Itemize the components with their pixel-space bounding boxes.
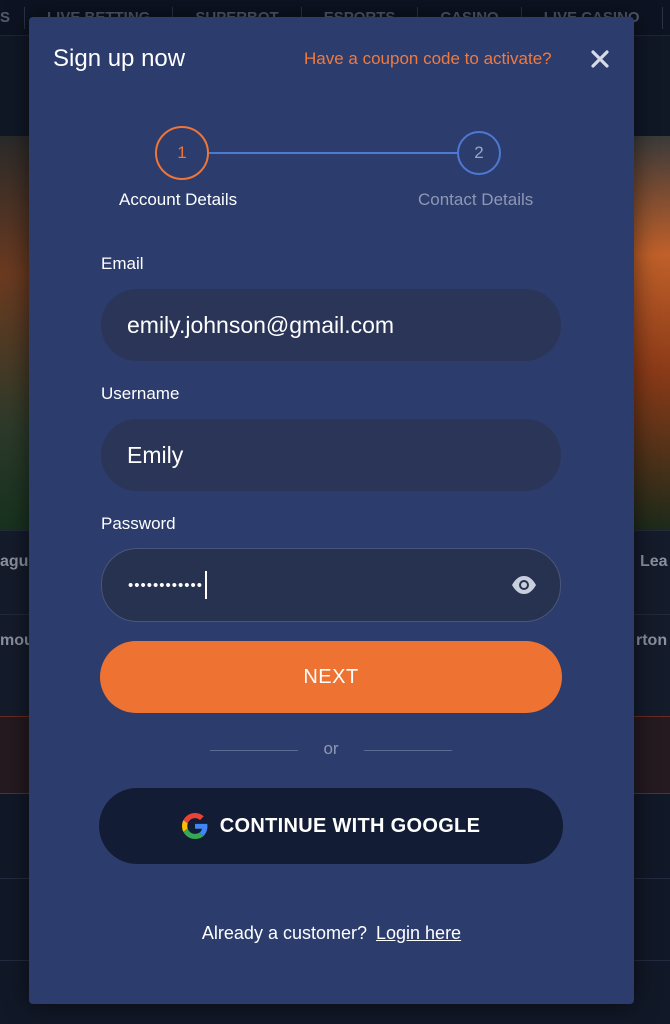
password-field[interactable]: •••••••••••• [101,548,561,622]
or-text: or [323,739,339,758]
step-1-indicator: 1 [155,126,209,180]
bg-nav-item: S [0,6,26,29]
username-value: Emily [127,441,184,468]
password-value: •••••••••••• [128,576,204,594]
step-2-number: 2 [474,143,484,162]
eye-icon [512,576,536,594]
next-button[interactable]: NEXT [100,641,562,713]
username-field[interactable]: Emily [101,419,561,491]
divider-line [210,750,298,751]
google-button-label: CONTINUE WITH GOOGLE [219,814,481,837]
password-label: Password [101,514,176,533]
already-customer-text: Already a customer? [201,923,367,943]
step-1-number: 1 [177,143,187,162]
divider-line [364,750,452,751]
email-label: Email [101,254,144,273]
login-link[interactable]: Login here [376,923,461,943]
signup-modal: Sign up now Have a coupon code to activa… [29,17,634,1004]
step-1-label: Account Details [119,190,238,209]
show-password-button[interactable] [510,573,538,597]
google-icon [181,813,208,839]
step-2-indicator: 2 [457,131,501,175]
email-field[interactable]: emily.johnson@gmail.com [101,289,561,361]
bg-league-text: Lea [640,553,668,570]
or-divider: or [29,739,634,763]
email-value: emily.johnson@gmail.com [127,311,395,338]
bg-team-text: rton [636,632,668,649]
login-prompt-row: Already a customer? Login here [29,923,634,944]
text-caret [205,571,208,599]
continue-with-google-button[interactable]: CONTINUE WITH GOOGLE [99,788,563,864]
step-2-label: Contact Details [418,190,534,209]
signup-stepper: 1 2 Account Details Contact Details [29,17,634,217]
stepper-connector [209,152,458,154]
background-hero-right [630,136,670,530]
username-label: Username [101,384,180,403]
